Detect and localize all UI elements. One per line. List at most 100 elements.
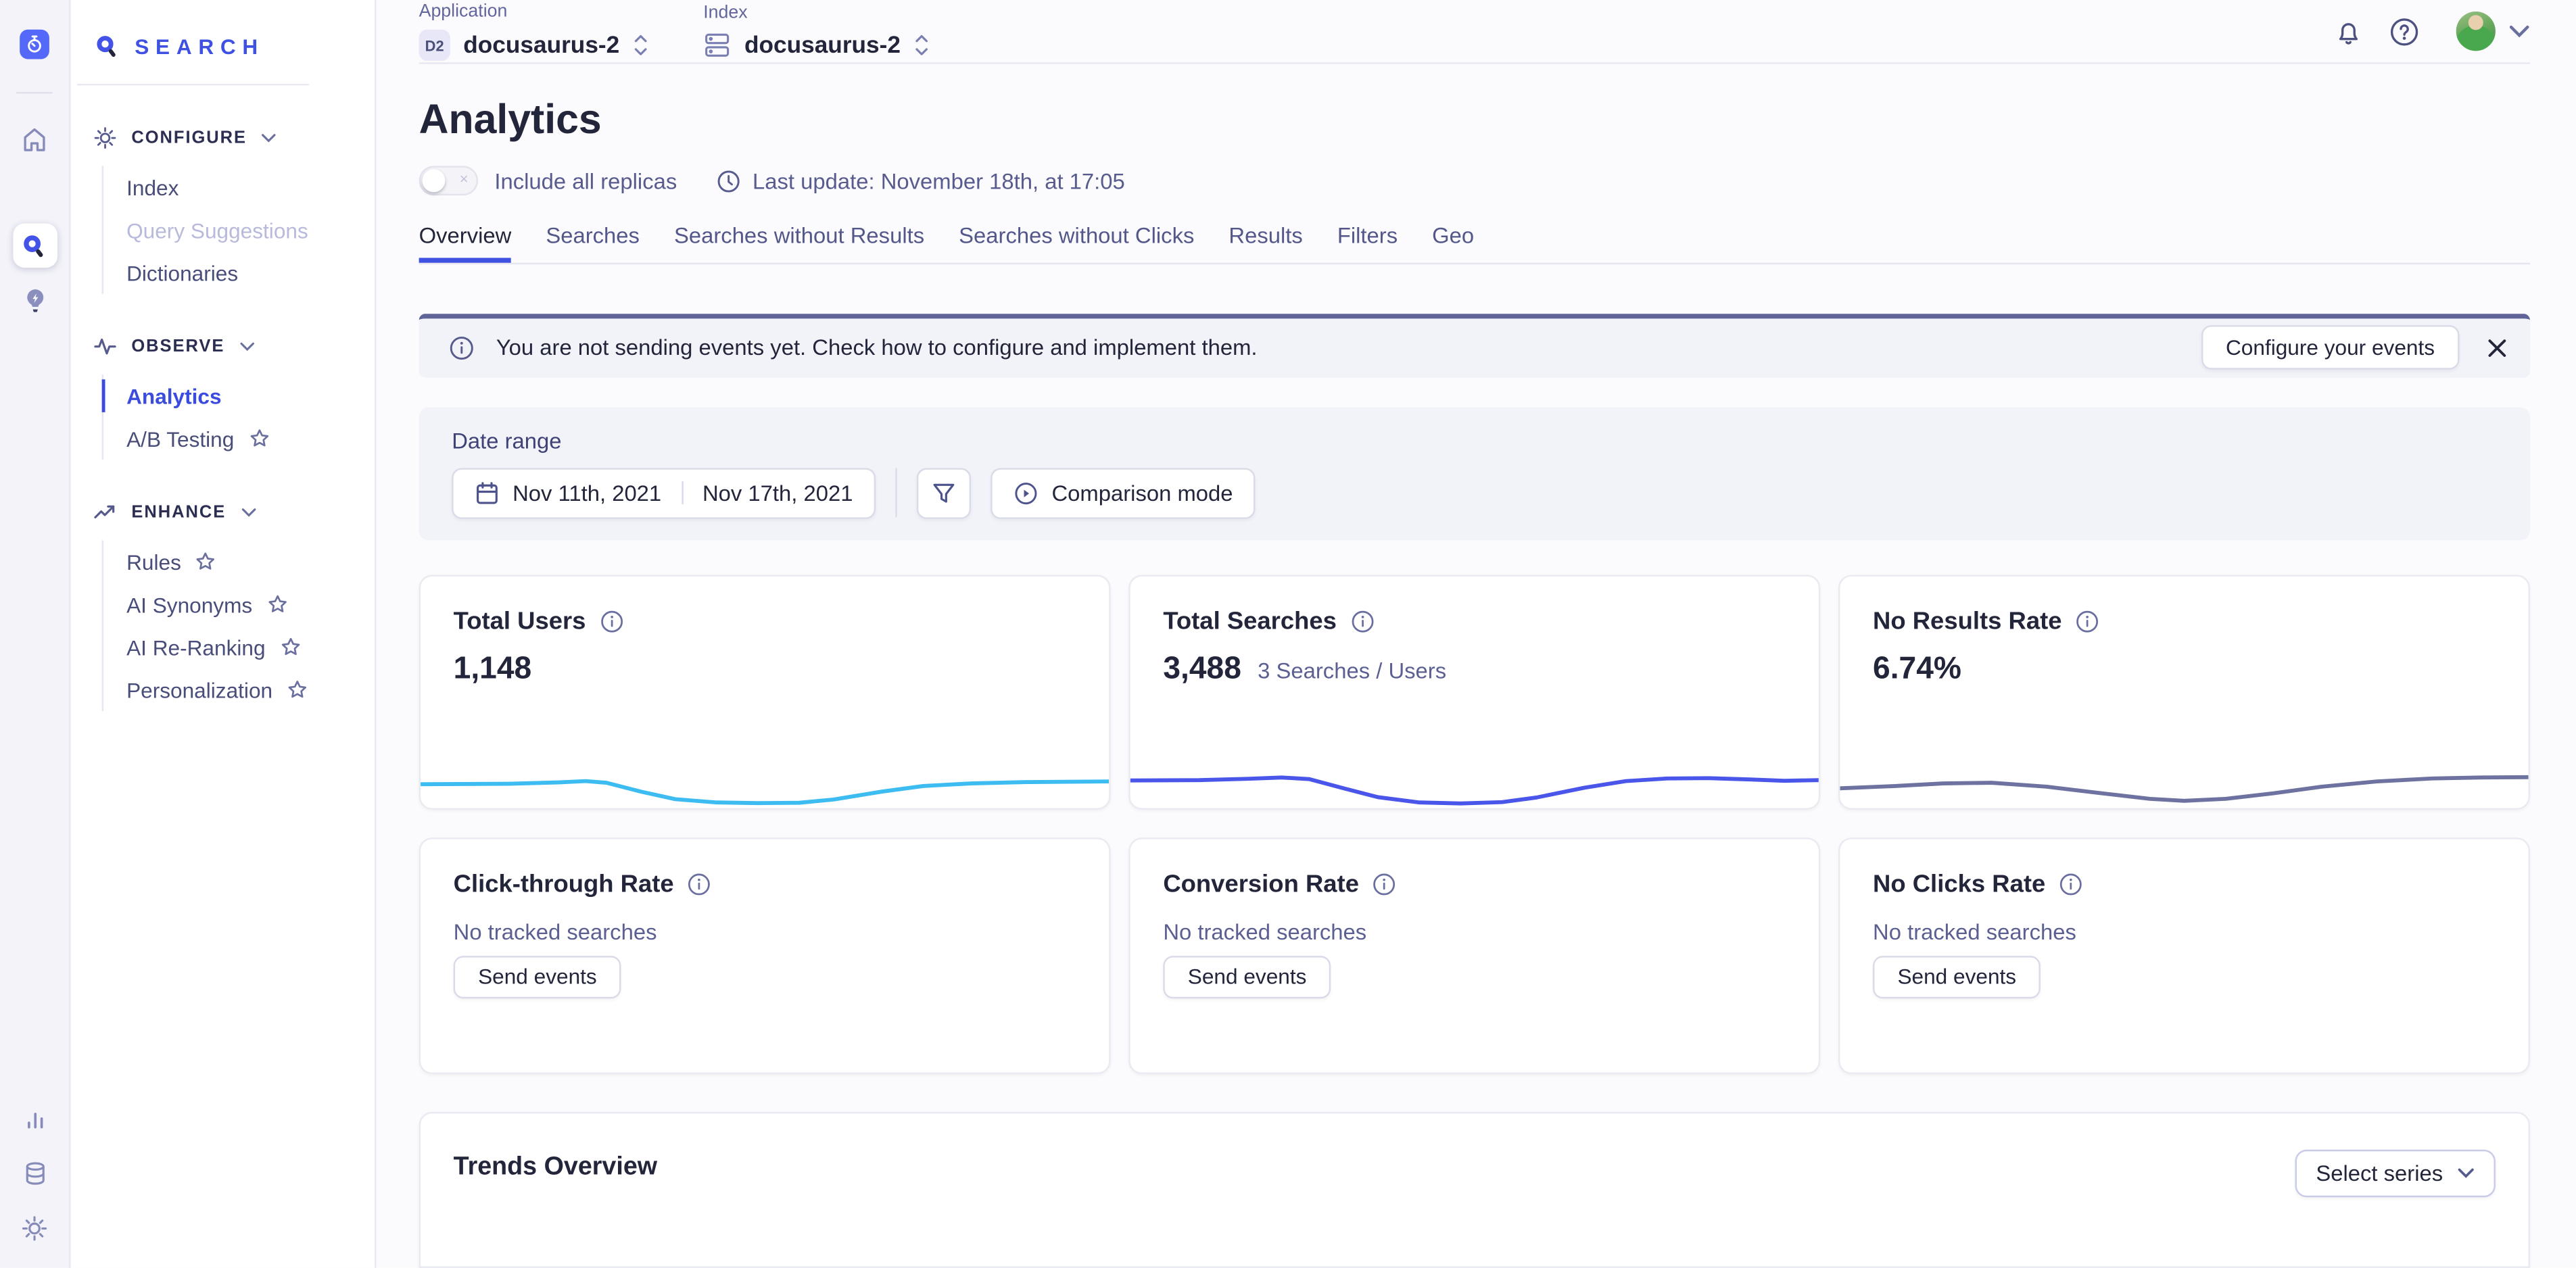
section-configure-header[interactable]: CONFIGURE xyxy=(70,125,375,151)
section-label: ENHANCE xyxy=(131,503,226,522)
sidebar-item-personalization[interactable]: Personalization xyxy=(126,668,375,711)
main: Application D2 docusaurus-2 Index docusa… xyxy=(376,0,2576,1268)
empty-message: No tracked searches xyxy=(1163,919,1786,944)
database-icon[interactable] xyxy=(22,1161,47,1186)
page-title: Analytics xyxy=(419,97,2530,145)
total-users-sparkline xyxy=(421,741,1109,807)
star-icon xyxy=(249,429,268,448)
clock-icon xyxy=(717,168,741,193)
send-events-button[interactable]: Send events xyxy=(1163,955,1331,998)
gear-icon xyxy=(94,126,117,149)
play-circle-icon xyxy=(1014,481,1039,505)
close-icon[interactable] xyxy=(2487,338,2507,358)
card-total-searches: Total Searches 3,488 3 Searches / Users xyxy=(1128,574,1820,808)
sort-chevrons-icon xyxy=(913,33,930,57)
application-label: Application xyxy=(419,2,649,22)
sidebar-item-analytics[interactable]: Analytics xyxy=(126,374,375,417)
search-product-icon[interactable] xyxy=(12,223,57,268)
trends-title: Trends Overview xyxy=(454,1152,657,1182)
comparison-mode-label: Comparison mode xyxy=(1051,481,1233,505)
date-range-picker[interactable]: Nov 11th, 2021 Nov 17th, 2021 xyxy=(452,467,876,518)
home-icon[interactable] xyxy=(22,126,48,153)
card-value: 3,488 xyxy=(1163,652,1241,687)
chevron-down-icon xyxy=(262,133,277,143)
send-events-button[interactable]: Send events xyxy=(1873,955,2041,998)
tab-searches-without-results[interactable]: Searches without Results xyxy=(674,224,924,263)
application-badge: D2 xyxy=(419,30,450,61)
card-total-users: Total Users 1,148 xyxy=(419,574,1111,808)
card-subtitle: 3 Searches / Users xyxy=(1258,658,1446,682)
send-events-button[interactable]: Send events xyxy=(454,955,622,998)
magnifier-icon xyxy=(95,34,120,58)
tab-overview[interactable]: Overview xyxy=(419,224,512,263)
section-observe-header[interactable]: OBSERVE xyxy=(70,333,375,360)
settings-gear-icon[interactable] xyxy=(22,1215,48,1242)
rail-divider xyxy=(16,92,52,93)
application-selector[interactable]: Application D2 docusaurus-2 xyxy=(419,2,649,61)
chevron-down-icon xyxy=(241,508,256,518)
card-title: Conversion Rate xyxy=(1163,870,1359,898)
stat-cards-row-1: Total Users 1,148 Total Searches 3,488 3… xyxy=(419,574,2530,808)
card-title: Total Searches xyxy=(1163,607,1337,635)
sort-chevrons-icon xyxy=(633,33,649,57)
info-icon[interactable] xyxy=(2059,871,2083,896)
sidebar-item-ab-testing[interactable]: A/B Testing xyxy=(126,417,375,460)
info-icon[interactable] xyxy=(1372,871,1396,896)
funnel-icon xyxy=(932,481,956,505)
notifications-bell-icon[interactable] xyxy=(2335,18,2362,45)
index-icon xyxy=(703,31,731,59)
info-icon[interactable] xyxy=(599,608,623,633)
account-chevron-icon[interactable] xyxy=(2508,25,2530,38)
app: SEARCH CONFIGURE Index Query Suggestions… xyxy=(0,0,2576,1268)
tab-searches[interactable]: Searches xyxy=(546,224,640,263)
sidebar-item-rules[interactable]: Rules xyxy=(126,540,375,583)
tab-geo[interactable]: Geo xyxy=(1432,224,1474,263)
info-icon[interactable] xyxy=(1350,608,1374,633)
help-icon[interactable] xyxy=(2389,16,2420,47)
select-series-label: Select series xyxy=(2316,1161,2443,1185)
date-range-label: Date range xyxy=(452,428,2497,452)
comparison-mode-button[interactable]: Comparison mode xyxy=(991,467,1256,518)
tab-filters[interactable]: Filters xyxy=(1337,224,1398,263)
stat-cards-row-2: Click-through Rate No tracked searches S… xyxy=(419,837,2530,1073)
info-icon[interactable] xyxy=(687,871,711,896)
info-icon[interactable] xyxy=(2075,608,2099,633)
filter-button[interactable] xyxy=(917,467,971,518)
toggle-row: × Include all replicas Last update: Nove… xyxy=(419,166,2530,196)
sidebar: SEARCH CONFIGURE Index Query Suggestions… xyxy=(70,0,376,1268)
chevron-down-icon xyxy=(239,341,254,351)
card-title: Total Users xyxy=(454,607,586,635)
select-series-button[interactable]: Select series xyxy=(2295,1149,2496,1196)
card-click-through-rate: Click-through Rate No tracked searches S… xyxy=(419,837,1111,1073)
recommend-icon[interactable] xyxy=(22,287,47,315)
sidebar-item-ai-re-ranking[interactable]: AI Re-Ranking xyxy=(126,626,375,668)
index-selector[interactable]: Index docusaurus-2 xyxy=(703,3,930,59)
card-no-clicks-rate: No Clicks Rate No tracked searches Send … xyxy=(1838,837,2530,1073)
sidebar-item-ai-synonyms[interactable]: AI Synonyms xyxy=(126,583,375,626)
sidebar-item-index[interactable]: Index xyxy=(126,166,375,208)
star-icon xyxy=(287,680,307,700)
include-replicas-toggle[interactable]: × xyxy=(419,166,478,196)
tabs: Overview Searches Searches without Resul… xyxy=(419,224,2530,265)
tab-results[interactable]: Results xyxy=(1229,224,1302,263)
sidebar-item-query-suggestions[interactable]: Query Suggestions xyxy=(126,209,375,251)
algolia-logo[interactable] xyxy=(20,30,49,59)
tab-searches-without-clicks[interactable]: Searches without Clicks xyxy=(959,224,1194,263)
section-enhance-header[interactable]: ENHANCE xyxy=(70,499,375,526)
icon-rail xyxy=(0,0,70,1268)
avatar[interactable] xyxy=(2456,11,2496,51)
section-configure: CONFIGURE Index Query Suggestions Dictio… xyxy=(70,125,375,294)
sidebar-divider xyxy=(77,84,309,85)
section-observe: OBSERVE Analytics A/B Testing xyxy=(70,333,375,460)
brand-name: SEARCH xyxy=(135,34,264,58)
index-value: docusaurus-2 xyxy=(744,32,901,58)
application-value: docusaurus-2 xyxy=(463,32,619,58)
usage-chart-icon[interactable] xyxy=(22,1107,47,1131)
banner-message: You are not sending events yet. Check ho… xyxy=(496,335,1258,360)
events-banner: You are not sending events yet. Check ho… xyxy=(419,314,2530,376)
chevron-down-icon xyxy=(2458,1167,2474,1178)
configure-events-button[interactable]: Configure your events xyxy=(2201,326,2460,370)
card-conversion-rate: Conversion Rate No tracked searches Send… xyxy=(1128,837,1820,1073)
card-title: Click-through Rate xyxy=(454,870,674,898)
sidebar-item-dictionaries[interactable]: Dictionaries xyxy=(126,251,375,294)
